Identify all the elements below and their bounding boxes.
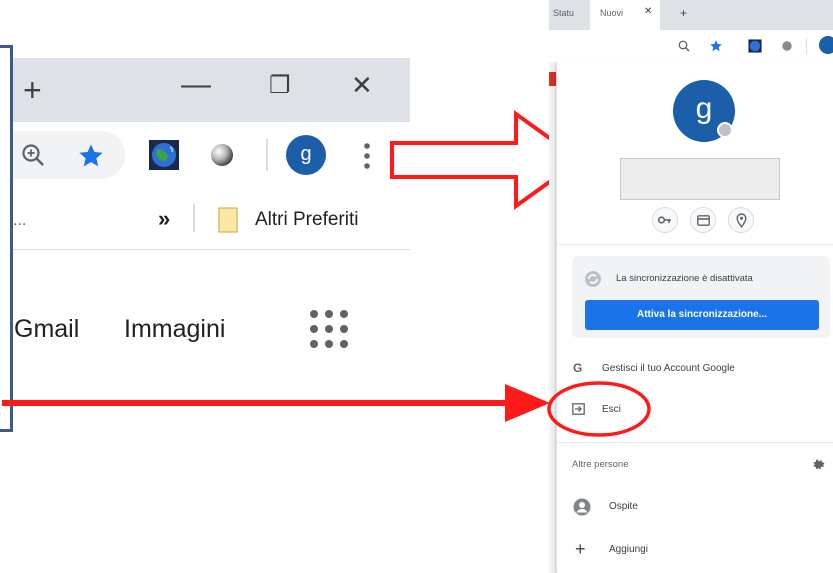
highlight-frame <box>0 45 13 432</box>
guest-label: Ospite <box>609 501 638 512</box>
more-menu-icon[interactable] <box>362 142 372 170</box>
toolbar-divider <box>266 139 268 171</box>
tab-close-icon[interactable]: ✕ <box>644 6 652 17</box>
bookmarks-ellipsis: ... <box>13 212 27 229</box>
guest-person-icon <box>573 498 591 516</box>
close-button[interactable]: ✕ <box>351 72 373 98</box>
addresses-button[interactable] <box>728 207 754 233</box>
profile-avatar-button[interactable] <box>819 36 833 54</box>
zoom-icon[interactable] <box>678 40 691 53</box>
bookmark-star-icon[interactable] <box>709 39 723 53</box>
bookmarks-divider <box>193 204 195 232</box>
redacted-account-info <box>620 158 780 200</box>
other-people-header: Altre persone <box>572 459 629 470</box>
globe-extension-icon[interactable] <box>748 39 762 53</box>
new-tab-button[interactable]: + <box>23 74 42 106</box>
maximize-button[interactable]: ❐ <box>269 74 291 98</box>
bookmark-star-icon[interactable] <box>77 142 105 170</box>
red-arrow-annotation <box>2 384 550 422</box>
guest-item[interactable]: Ospite <box>557 496 833 518</box>
add-plus-icon: + <box>575 539 586 559</box>
bookmarks-overflow-button[interactable]: » <box>158 206 170 232</box>
divider <box>557 442 833 443</box>
manage-account-item[interactable]: G Gestisci il tuo Account Google <box>557 358 833 380</box>
zoom-icon[interactable] <box>21 143 47 169</box>
profile-avatar-button[interactable]: g <box>286 135 326 175</box>
manage-account-label: Gestisci il tuo Account Google <box>602 363 735 374</box>
payments-button[interactable] <box>690 207 716 233</box>
new-tab-button[interactable]: + <box>680 6 687 20</box>
page-edge <box>549 62 556 573</box>
omnibox-end[interactable] <box>13 131 125 179</box>
title-bar: + — ❐ ✕ <box>13 58 410 122</box>
sphere-extension-icon[interactable] <box>781 40 793 52</box>
google-g-icon: G <box>573 361 583 375</box>
key-icon <box>658 216 671 224</box>
turn-on-sync-button[interactable]: Attiva la sincronizzazione... <box>585 300 819 330</box>
toolbar-divider <box>806 38 807 54</box>
minimize-button[interactable]: — <box>181 70 211 100</box>
images-link[interactable]: Immagini <box>124 315 225 344</box>
other-bookmarks-button[interactable]: Altri Preferiti <box>210 202 390 238</box>
sync-status-text: La sincronizzazione è disattivata <box>616 273 753 284</box>
sync-off-icon <box>585 271 601 287</box>
apps-grid-icon[interactable] <box>308 308 350 350</box>
card-icon <box>697 215 710 226</box>
other-bookmarks-label: Altri Preferiti <box>255 209 359 230</box>
profile-popup: g La sincronizzazione è disattivata Atti… <box>556 62 833 573</box>
gmail-link[interactable]: Gmail <box>14 315 79 344</box>
page-favicon-fragment <box>549 72 556 86</box>
folder-icon <box>218 207 238 233</box>
add-person-label: Aggiungi <box>609 544 648 555</box>
sphere-extension-icon[interactable] <box>208 141 236 169</box>
toolbar <box>549 30 833 62</box>
add-person-item[interactable]: + Aggiungi <box>557 539 833 561</box>
sign-out-highlight-ellipse <box>547 381 651 437</box>
avatar-edit-badge[interactable] <box>717 122 733 138</box>
tab-new-label: Nuovi <box>600 8 624 18</box>
sync-card: La sincronizzazione è disattivata Attiva… <box>572 256 830 338</box>
tab-new[interactable]: Nuovi ✕ <box>590 0 660 30</box>
location-pin-icon <box>736 213 747 228</box>
divider <box>557 244 833 245</box>
passwords-button[interactable] <box>652 207 678 233</box>
globe-extension-icon[interactable] <box>148 139 180 171</box>
manage-people-gear-icon[interactable] <box>812 458 826 472</box>
bookmarks-bar: ... » Altri Preferiti <box>13 194 410 250</box>
tab-status[interactable]: Statu <box>553 8 574 18</box>
